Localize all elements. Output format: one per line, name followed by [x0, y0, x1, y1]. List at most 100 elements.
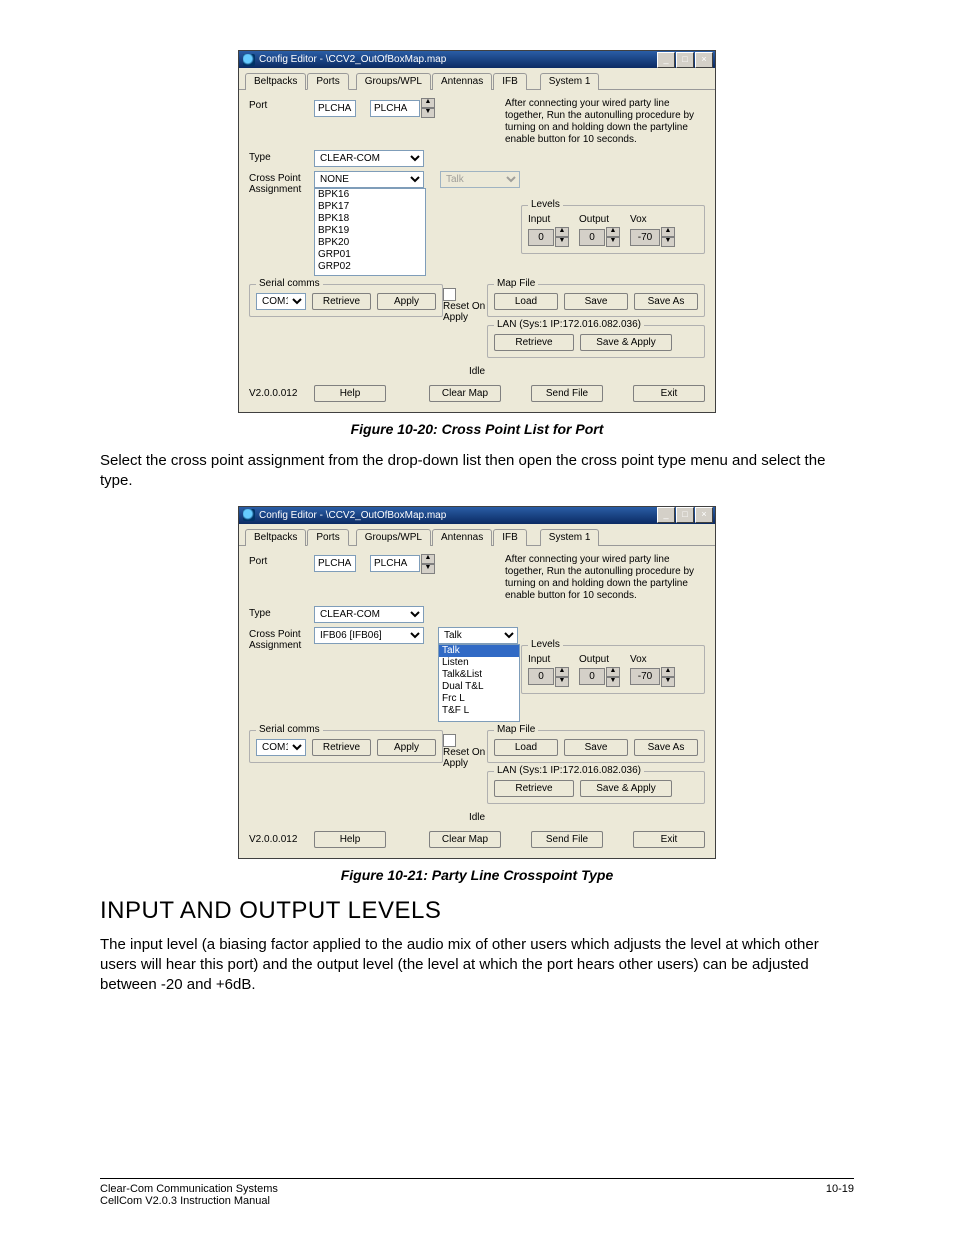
app-icon	[243, 54, 255, 66]
serial-retrieve-button[interactable]: Retrieve	[312, 739, 371, 756]
serial-port-select[interactable]: COM1	[256, 739, 306, 756]
maximize-icon[interactable]: □	[676, 52, 694, 68]
saveas-button[interactable]: Save As	[634, 739, 698, 756]
type-select[interactable]: CLEAR-COM	[314, 606, 424, 623]
input-level-spinner[interactable]: ▲▼	[555, 227, 569, 247]
list-item[interactable]: Listen	[439, 657, 519, 669]
minimize-icon[interactable]: _	[657, 52, 675, 68]
reset-on-apply-checkbox[interactable]: Reset On Apply	[443, 289, 485, 323]
send-file-button[interactable]: Send File	[531, 385, 603, 402]
xpt-select[interactable]: IFB06 [IFB06]	[314, 627, 424, 644]
checkbox-icon	[443, 288, 456, 301]
tab-row: Beltpacks Ports Groups/WPL Antennas IFB …	[239, 68, 715, 90]
lan-save-apply-button[interactable]: Save & Apply	[580, 780, 672, 797]
type-select[interactable]: CLEAR-COM	[314, 150, 424, 167]
level-output: Output 0 ▲▼	[579, 214, 620, 247]
list-item[interactable]: BPK19	[315, 225, 425, 237]
tab-ports[interactable]: Ports	[307, 73, 348, 90]
body-paragraph-2: The input level (a biasing factor applie…	[100, 935, 854, 996]
help-button[interactable]: Help	[314, 385, 386, 402]
port-spin-buttons[interactable]: ▲▼	[421, 554, 435, 574]
load-button[interactable]: Load	[494, 739, 558, 756]
talk-listbox[interactable]: Talk Listen Talk&List Dual T&L Frc L T&F…	[438, 644, 520, 722]
output-level-spinner[interactable]: ▲▼	[606, 227, 620, 247]
list-item[interactable]: T&F L	[439, 705, 519, 717]
map-file-group: Map File Load Save Save As	[487, 284, 705, 317]
tab-antennas[interactable]: Antennas	[432, 529, 492, 546]
footer-org: Clear-Com Communication Systems	[100, 1183, 278, 1195]
tab-beltpacks[interactable]: Beltpacks	[245, 529, 306, 546]
tab-groups[interactable]: Groups/WPL	[356, 73, 431, 90]
list-item[interactable]: BPK17	[315, 201, 425, 213]
list-item[interactable]: Dual T&L	[439, 681, 519, 693]
lan-save-apply-button[interactable]: Save & Apply	[580, 334, 672, 351]
xpt-listbox[interactable]: BPK16 BPK17 BPK18 BPK19 BPK20 GRP01 GRP0…	[314, 188, 426, 276]
port-text[interactable]	[314, 555, 356, 572]
level-input: Input 0 ▲▼	[528, 214, 569, 247]
help-button[interactable]: Help	[314, 831, 386, 848]
tab-ports[interactable]: Ports	[307, 529, 348, 546]
saveas-button[interactable]: Save As	[634, 293, 698, 310]
figure-caption-2: Figure 10-21: Party Line Crosspoint Type	[100, 867, 854, 883]
serial-port-select[interactable]: COM1	[256, 293, 306, 310]
status-text: Idle	[249, 808, 705, 831]
port-spin-field[interactable]	[370, 100, 420, 117]
tab-ifb[interactable]: IFB	[493, 529, 527, 546]
tab-beltpacks[interactable]: Beltpacks	[245, 73, 306, 90]
send-file-button[interactable]: Send File	[531, 831, 603, 848]
list-item[interactable]: Talk&List	[439, 669, 519, 681]
exit-button[interactable]: Exit	[633, 385, 705, 402]
lan-group: LAN (Sys:1 IP:172.016.082.036) Retrieve …	[487, 325, 705, 358]
output-level-value: 0	[579, 229, 605, 246]
tab-groups[interactable]: Groups/WPL	[356, 529, 431, 546]
maximize-icon[interactable]: □	[676, 507, 694, 523]
list-item[interactable]: GRP01	[315, 249, 425, 261]
list-item[interactable]: BPK20	[315, 237, 425, 249]
page-number: 10-19	[826, 1183, 854, 1207]
serial-apply-button[interactable]: Apply	[377, 293, 436, 310]
exit-button[interactable]: Exit	[633, 831, 705, 848]
list-item[interactable]: Frc L	[439, 693, 519, 705]
levels-legend: Levels	[528, 199, 563, 210]
level-vox: Vox -70 ▲▼	[630, 214, 675, 247]
close-icon[interactable]: ×	[695, 507, 713, 523]
xpt-select[interactable]: NONE	[314, 171, 424, 188]
port-spin-buttons[interactable]: ▲▼	[421, 98, 435, 118]
list-item[interactable]: GRP02	[315, 261, 425, 273]
clear-map-button[interactable]: Clear Map	[429, 385, 501, 402]
talk-select[interactable]: Talk	[438, 627, 518, 644]
config-editor-window-2: Config Editor - \CCV2_OutOfBoxMap.map _ …	[238, 506, 716, 859]
section-heading: INPUT AND OUTPUT LEVELS	[100, 897, 854, 925]
page-footer: Clear-Com Communication Systems CellCom …	[100, 1178, 854, 1207]
port-label: Port	[249, 98, 314, 111]
type-label: Type	[249, 606, 314, 619]
list-item[interactable]: Talk	[439, 645, 519, 657]
serial-comms-group: Serial comms COM1 Retrieve Apply	[249, 730, 443, 763]
vox-level-spinner[interactable]: ▲▼	[661, 227, 675, 247]
serial-retrieve-button[interactable]: Retrieve	[312, 293, 371, 310]
list-item[interactable]: BPK16	[315, 189, 425, 201]
titlebar: Config Editor - \CCV2_OutOfBoxMap.map _ …	[239, 507, 715, 524]
lan-retrieve-button[interactable]: Retrieve	[494, 334, 574, 351]
vox-level-value: -70	[630, 229, 660, 246]
save-button[interactable]: Save	[564, 739, 628, 756]
port-text[interactable]	[314, 100, 356, 117]
tab-system1[interactable]: System 1	[540, 73, 600, 90]
minimize-icon[interactable]: _	[657, 507, 675, 523]
xpt-label: Cross Point Assignment	[249, 171, 314, 195]
tab-antennas[interactable]: Antennas	[432, 73, 492, 90]
app-icon	[243, 509, 255, 521]
version-label: V2.0.0.012	[249, 388, 314, 399]
reset-on-apply-checkbox[interactable]: Reset On Apply	[443, 735, 485, 769]
tab-ifb[interactable]: IFB	[493, 73, 527, 90]
close-icon[interactable]: ×	[695, 52, 713, 68]
load-button[interactable]: Load	[494, 293, 558, 310]
serial-apply-button[interactable]: Apply	[377, 739, 436, 756]
figure-caption-1: Figure 10-20: Cross Point List for Port	[100, 421, 854, 437]
clear-map-button[interactable]: Clear Map	[429, 831, 501, 848]
save-button[interactable]: Save	[564, 293, 628, 310]
lan-retrieve-button[interactable]: Retrieve	[494, 780, 574, 797]
port-spin-field[interactable]	[370, 555, 420, 572]
list-item[interactable]: BPK18	[315, 213, 425, 225]
tab-system1[interactable]: System 1	[540, 529, 600, 546]
